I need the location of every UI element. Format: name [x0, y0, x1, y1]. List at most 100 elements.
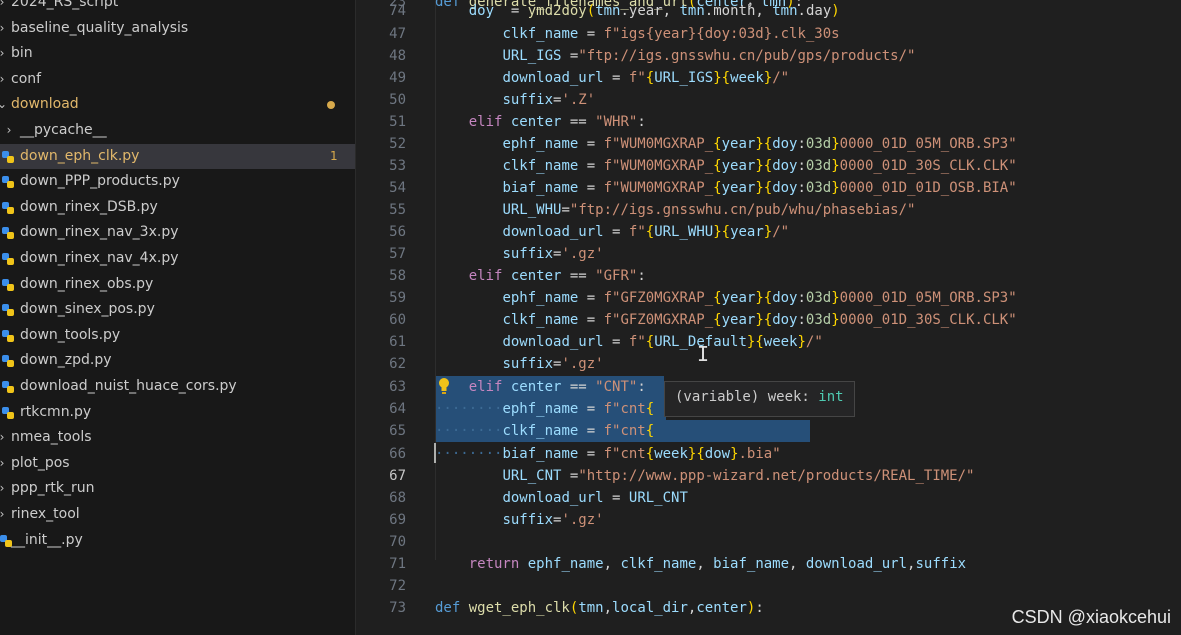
line-number: 63: [389, 379, 406, 395]
explorer-item[interactable]: › plot_pos: [0, 451, 355, 477]
line-number: 55: [389, 202, 406, 218]
code-token: }{: [755, 158, 773, 174]
code-line[interactable]: 67 URL_CNT ="http://www.ppp-wizard.net/p…: [356, 465, 1181, 487]
explorer-item[interactable]: down_rinex_DSB.py: [0, 195, 355, 221]
code-line[interactable]: 48 URL_IGS ="ftp://igs.gnsswhu.cn/pub/gp…: [356, 45, 1181, 67]
code-token: doy: [772, 290, 798, 306]
code-token: /": [805, 334, 823, 350]
code-token: year: [721, 136, 756, 152]
explorer-item[interactable]: › ppp_rtk_run: [0, 476, 355, 502]
code-token: "CNT": [595, 379, 638, 395]
code-line[interactable]: 51 elif center == "WHR":: [356, 111, 1181, 133]
code-token: ,: [603, 600, 613, 616]
chevron-right-icon[interactable]: ›: [0, 41, 7, 67]
code-line[interactable]: 54 biaf_name = f"WUM0MGXRAP_{year}{doy:0…: [356, 177, 1181, 199]
lightbulb-icon[interactable]: [437, 377, 451, 395]
code-line[interactable]: 74 doy = ymd2doy(tmn.year, tmn.month, tm…: [356, 0, 1181, 22]
explorer-item[interactable]: down_eph_clk.py 1: [0, 143, 355, 170]
python-file-icon: [2, 329, 14, 342]
chevron-right-icon[interactable]: ›: [0, 502, 7, 528]
chevron-right-icon[interactable]: ›: [0, 451, 7, 477]
explorer-item[interactable]: ⌄download: [0, 92, 355, 118]
code-line[interactable]: 60 clkf_name = f"GFZ0MGXRAP_{year}{doy:0…: [356, 309, 1181, 331]
code-token: f"WUM0MGXRAP_: [603, 136, 714, 152]
explorer-item[interactable]: down_rinex_nav_4x.py: [0, 246, 355, 272]
code-line[interactable]: 52 ephf_name = f"WUM0MGXRAP_{year}{doy:0…: [356, 133, 1181, 155]
code-token: suffix: [915, 556, 967, 572]
code-text: clkf_name = f"GFZ0MGXRAP_{year}{doy:03d}…: [435, 309, 1016, 331]
code-line[interactable]: 61 download_url = f"{URL_Default}{week}/…: [356, 331, 1181, 353]
code-token: URL_CNT: [628, 490, 688, 506]
code-token: =: [578, 136, 604, 152]
explorer-item[interactable]: › baseline_quality_analysis: [0, 16, 355, 42]
explorer-item[interactable]: down_zpd.py: [0, 348, 355, 374]
watermark: CSDN @xiaokcehui: [1011, 607, 1171, 627]
code-token: f"WUM0MGXRAP_: [603, 158, 714, 174]
code-token: :: [637, 379, 646, 395]
code-token: clkf_name: [502, 312, 579, 328]
explorer-item[interactable]: down_rinex_obs.py: [0, 272, 355, 298]
code-line[interactable]: 66 ········biaf_name = f"cnt{week}{dow}.b…: [356, 443, 1181, 465]
code-line[interactable]: 59 ephf_name = f"GFZ0MGXRAP_{year}{doy:0…: [356, 287, 1181, 309]
code-token: {: [645, 446, 655, 462]
code-line[interactable]: 58 elif center == "GFR":: [356, 265, 1181, 287]
code-token: :: [797, 312, 806, 328]
chevron-right-icon[interactable]: ›: [0, 425, 7, 451]
explorer-item[interactable]: › __pycache__: [0, 118, 355, 144]
code-editor[interactable]: 23 def generate_filenames_and_url(center，…: [356, 0, 1181, 635]
code-line[interactable]: 49 download_url = f"{URL_IGS}{week}/": [356, 67, 1181, 89]
explorer-item[interactable]: rtkcmn.py: [0, 400, 355, 426]
explorer-item[interactable]: › rinex_tool: [0, 502, 355, 528]
code-line[interactable]: 62 suffix='.gz': [356, 353, 1181, 375]
explorer-item[interactable]: › 2024_RS_script: [0, 0, 355, 16]
code-line[interactable]: 53 clkf_name = f"WUM0MGXRAP_{year}{doy:0…: [356, 155, 1181, 177]
code-token: biaf_name: [713, 556, 790, 572]
code-line[interactable]: 69 suffix='.gz': [356, 509, 1181, 531]
chevron-right-icon[interactable]: ›: [0, 67, 7, 93]
explorer-item[interactable]: down_PPP_products.py: [0, 169, 355, 195]
code-line[interactable]: 56 download_url = f"{URL_WHU}{year}/": [356, 221, 1181, 243]
chevron-right-icon[interactable]: ›: [0, 476, 7, 502]
line-number: 72: [389, 578, 406, 594]
explorer-item[interactable]: down_rinex_nav_3x.py: [0, 220, 355, 246]
line-number: 52: [389, 136, 406, 152]
code-line[interactable]: 65 ········clkf_name = f"cnt{: [356, 420, 1181, 442]
explorer-sidebar: › 2024_RS_script › baseline_quality_analysi…: [0, 0, 356, 635]
explorer-item[interactable]: __init__.py: [0, 528, 355, 554]
explorer-item[interactable]: › conf: [0, 67, 355, 93]
code-token: =: [578, 446, 604, 462]
code-token: }{: [755, 312, 773, 328]
explorer-item[interactable]: down_tools.py: [0, 323, 355, 349]
code-line[interactable]: 72: [356, 575, 1181, 597]
code-token: download_url: [502, 224, 604, 240]
code-line[interactable]: 50 suffix='.Z': [356, 89, 1181, 111]
code-token: {: [713, 158, 722, 174]
code-line[interactable]: 47 clkf_name = f"igs{year}{doy:03d}.clk_…: [356, 23, 1181, 45]
code-token: 0000_01D_05M_ORB.SP3": [839, 136, 1017, 152]
code-token: =: [603, 224, 629, 240]
code-text: ········biaf_name = f"cnt{week}{dow}.bia…: [435, 443, 781, 465]
chevron-right-icon[interactable]: ›: [0, 0, 7, 16]
code-token: dow: [704, 446, 731, 462]
code-token: f": [628, 224, 646, 240]
chevron-right-icon[interactable]: ›: [0, 16, 7, 42]
code-line[interactable]: 68 download_url = URL_CNT: [356, 487, 1181, 509]
explorer-item[interactable]: download_nuist_huace_cors.py: [0, 374, 355, 400]
explorer-item[interactable]: › nmea_tools: [0, 425, 355, 451]
explorer-item[interactable]: › bin: [0, 41, 355, 67]
line-number: 50: [389, 92, 406, 108]
chevron-right-icon[interactable]: ›: [4, 118, 14, 144]
chevron-down-icon[interactable]: ⌄: [0, 92, 7, 118]
code-line[interactable]: 70: [356, 531, 1181, 553]
code-line[interactable]: 71 return ephf_name, clkf_name, biaf_nam…: [356, 553, 1181, 575]
code-line[interactable]: 57 suffix='.gz': [356, 243, 1181, 265]
line-number: 67: [389, 468, 406, 484]
explorer-item[interactable]: down_sinex_pos.py: [0, 297, 355, 323]
code-line[interactable]: 55 URL_WHU="ftp://igs.gnsswhu.cn/pub/whu…: [356, 199, 1181, 221]
